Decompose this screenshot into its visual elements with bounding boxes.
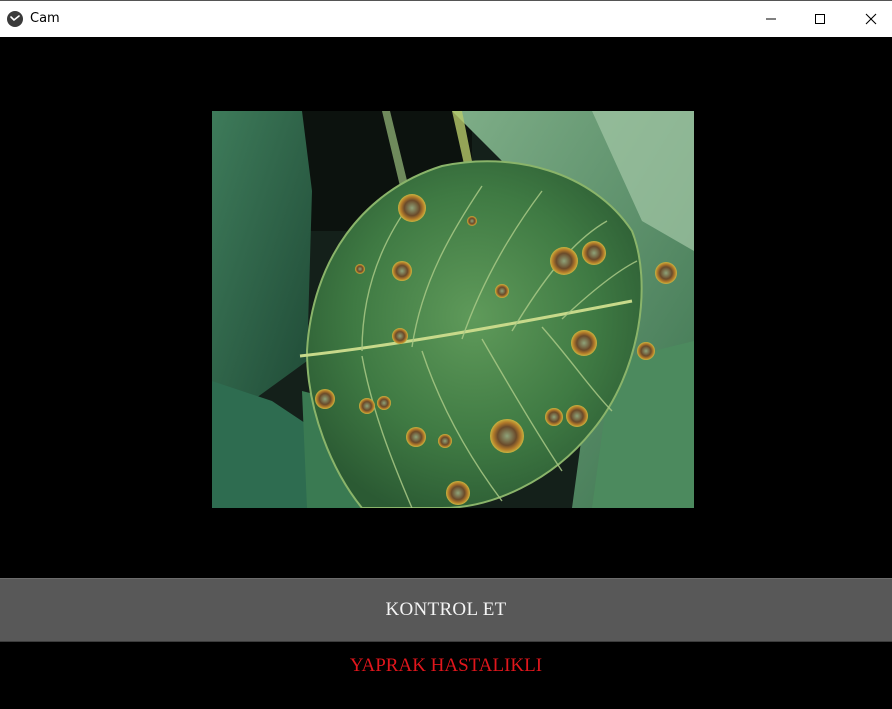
check-button[interactable]: KONTROL ET [0, 578, 892, 642]
check-button-label: KONTROL ET [385, 599, 507, 620]
title-bar: Cam [0, 0, 892, 37]
close-button[interactable] [848, 1, 892, 37]
maximize-button[interactable] [797, 1, 843, 37]
minimize-icon [766, 18, 776, 20]
camera-feed-image [212, 111, 694, 508]
app-window: Cam KONTROL ET YAPRAK HASTALIKLI [0, 0, 892, 709]
window-title: Cam [30, 11, 60, 26]
close-icon [865, 13, 877, 25]
result-label: YAPRAK HASTALIKLI [349, 655, 543, 676]
app-icon [7, 11, 23, 27]
minimize-button[interactable] [748, 1, 794, 37]
maximize-icon [815, 14, 825, 24]
